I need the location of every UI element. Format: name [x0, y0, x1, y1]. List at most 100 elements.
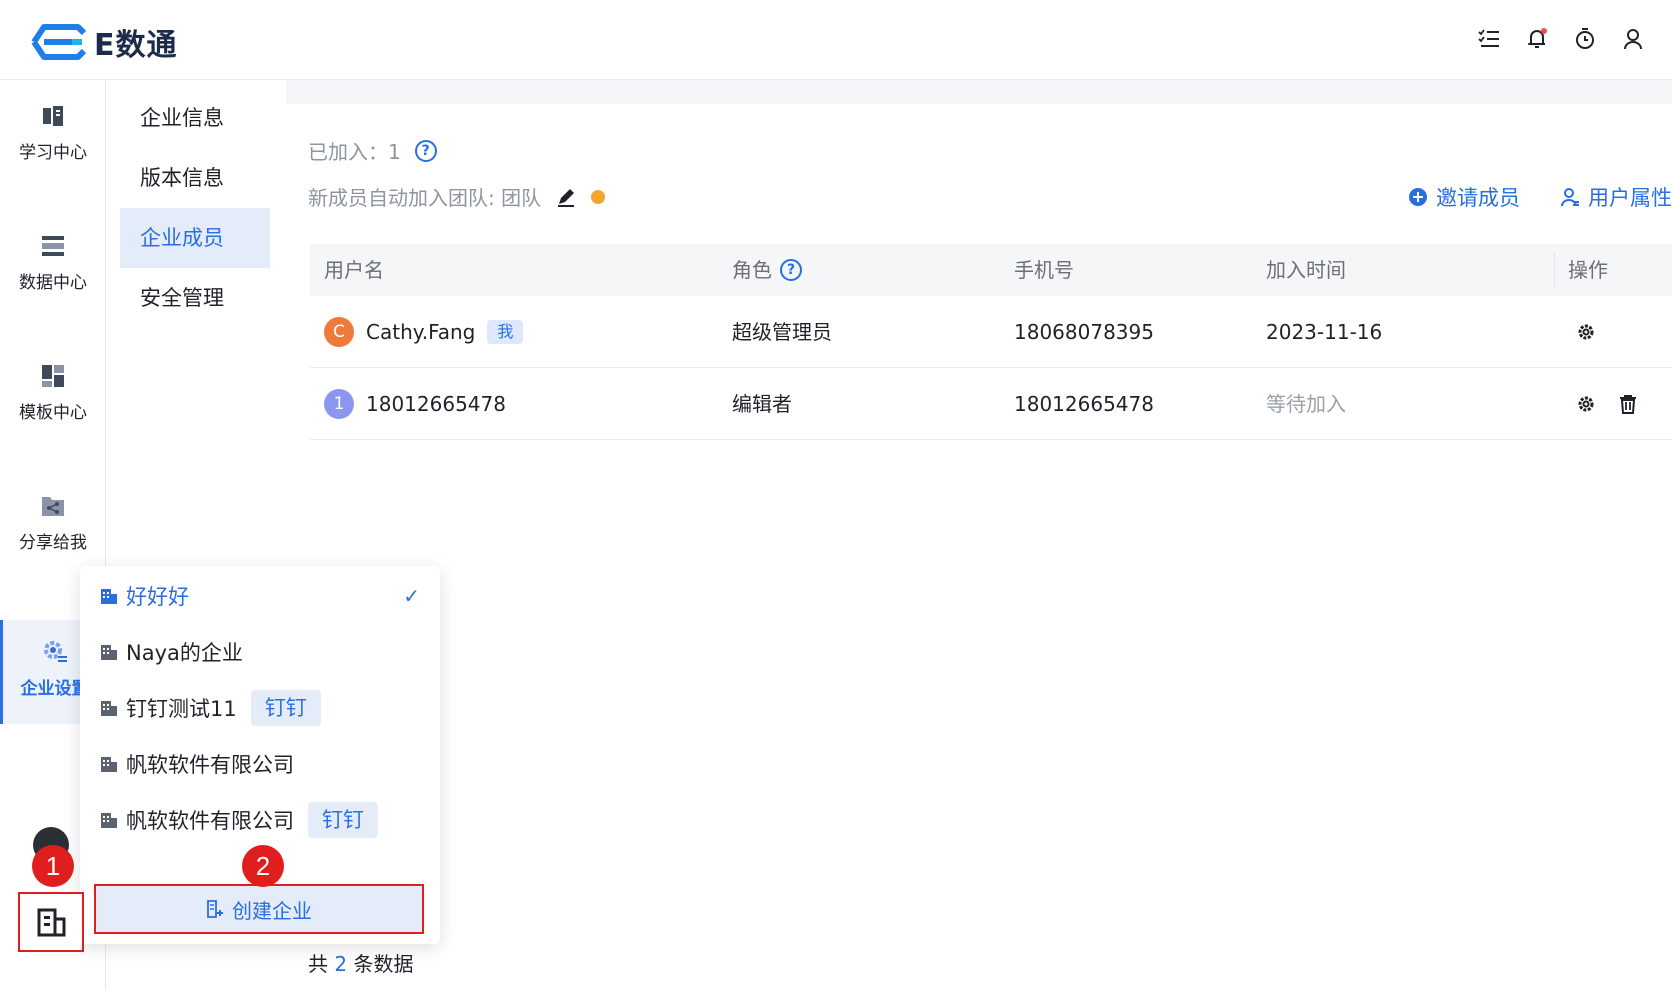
top-strip	[286, 80, 1672, 104]
user-phone: 18012665478	[1014, 392, 1154, 416]
column-divider	[1554, 252, 1555, 288]
logo-text: E数通	[94, 28, 178, 63]
total-count: 共 2 条数据	[308, 948, 413, 977]
invite-member-button[interactable]: 邀请成员	[1408, 182, 1520, 212]
user-icon[interactable]	[1620, 26, 1646, 52]
nav-item-learning[interactable]: 学习中心	[0, 98, 106, 178]
top-header: E数通	[0, 0, 1672, 80]
enterprise-name: 钉钉测试11	[126, 697, 237, 721]
settings-gear-icon[interactable]	[1576, 394, 1596, 414]
book-icon	[43, 106, 63, 126]
total-number: 2	[334, 952, 348, 976]
table-row: C Cathy.Fang 我 超级管理员 18068078395 2023-11…	[310, 296, 1672, 368]
joined-label: 已加入：	[308, 140, 388, 164]
total-prefix: 共	[308, 952, 328, 976]
th-label: 用户名	[324, 258, 384, 282]
user-attributes-button[interactable]: 用户属性	[1560, 182, 1672, 212]
user-role: 超级管理员	[732, 320, 832, 344]
user-outline-icon	[1561, 188, 1579, 207]
enterprise-name: Naya的企业	[126, 641, 243, 665]
nav-label: 数据中心	[19, 273, 87, 293]
th-username: 用户名	[324, 244, 384, 296]
dingtalk-badge: 钉钉	[250, 690, 321, 726]
nav-item-templates[interactable]: 模板中心	[0, 358, 106, 438]
user-role: 编辑者	[732, 392, 792, 416]
enterprise-switcher-dropdown: 好好好 ✓ Naya的企业 钉钉测试11 钉钉 帆软软件有限公司 帆软软件有限公…	[80, 566, 440, 944]
share-folder-icon	[42, 497, 64, 516]
th-label: 加入时间	[1266, 258, 1346, 282]
timer-icon[interactable]	[1572, 26, 1598, 52]
enterprise-name: 帆软软件有限公司	[126, 809, 294, 833]
join-status: 等待加入	[1266, 392, 1346, 416]
settings-gear-icon[interactable]	[1576, 322, 1596, 342]
auto-join-row: 新成员自动加入团队: 团队	[308, 182, 606, 211]
dingtalk-badge: 钉钉	[308, 802, 378, 838]
building-icon	[37, 908, 66, 937]
members-panel: 已加入：1 ? 新成员自动加入团队: 团队 邀请成员 用户属性 用户名 角色? …	[286, 80, 1672, 990]
enterprise-option[interactable]: Naya的企业	[100, 630, 420, 674]
enterprise-option[interactable]: 帆软软件有限公司 钉钉	[100, 798, 420, 842]
app-logo[interactable]: E数通	[28, 20, 178, 64]
role-help-icon[interactable]: ?	[780, 259, 802, 281]
user-name: Cathy.Fang	[366, 320, 476, 344]
add-document-icon	[207, 900, 223, 918]
table-header: 用户名 角色? 手机号 加入时间 操作	[310, 244, 1672, 296]
me-badge: 我	[487, 320, 524, 344]
user-name: 18012665478	[366, 392, 506, 416]
auto-join-label: 新成员自动加入团队: 团队	[308, 186, 542, 210]
nav-item-shared[interactable]: 分享给我	[0, 488, 106, 568]
avatar: C	[324, 317, 354, 347]
template-icon	[42, 365, 64, 387]
subnav-item-version-info[interactable]: 版本信息	[120, 148, 270, 208]
building-icon	[101, 645, 117, 660]
nav-label: 分享给我	[19, 533, 87, 553]
subnav-item-security[interactable]: 安全管理	[120, 268, 270, 328]
enterprise-option[interactable]: 好好好 ✓	[100, 574, 420, 618]
subnav-item-members[interactable]: 企业成员	[120, 208, 270, 268]
enterprise-name: 好好好	[126, 585, 189, 609]
help-icon[interactable]: ?	[414, 139, 437, 162]
nav-label: 企业设置	[20, 679, 89, 699]
building-icon	[101, 757, 117, 772]
nav-item-data[interactable]: 数据中心	[0, 228, 106, 308]
enterprise-name: 帆软软件有限公司	[126, 753, 294, 777]
th-label: 手机号	[1014, 258, 1074, 282]
notification-dot	[1541, 28, 1547, 34]
th-label: 角色	[732, 258, 772, 282]
user-phone: 18068078395	[1014, 320, 1154, 344]
gear-list-icon	[43, 641, 67, 662]
enterprise-option[interactable]: 钉钉测试11 钉钉	[100, 686, 420, 730]
enterprise-switch-button[interactable]	[18, 892, 84, 952]
check-icon: ✓	[403, 584, 420, 608]
table-row: 1 18012665478 编辑者 18012665478 等待加入	[310, 368, 1672, 440]
th-actions: 操作	[1568, 244, 1608, 296]
trash-icon[interactable]	[1618, 394, 1638, 414]
th-joined: 加入时间	[1266, 244, 1346, 296]
status-dot	[591, 189, 606, 204]
plus-circle-icon	[1409, 188, 1427, 206]
logo-icon	[31, 24, 86, 60]
create-enterprise-label: 创建企业	[232, 898, 312, 923]
join-time: 2023-11-16	[1266, 320, 1383, 344]
bell-icon[interactable]	[1524, 26, 1550, 52]
building-icon	[101, 589, 117, 604]
invite-label: 邀请成员	[1436, 186, 1520, 210]
task-list-icon[interactable]	[1476, 26, 1502, 52]
create-enterprise-button[interactable]: 创建企业	[94, 884, 424, 934]
nav-label: 学习中心	[19, 143, 87, 163]
avatar: 1	[324, 389, 354, 419]
enterprise-option[interactable]: 帆软软件有限公司	[100, 742, 420, 786]
subnav-item-company-info[interactable]: 企业信息	[120, 88, 270, 148]
annotation-marker-2: 2	[242, 845, 284, 887]
edit-icon[interactable]	[555, 186, 577, 208]
user-attributes-label: 用户属性	[1588, 186, 1672, 210]
th-phone: 手机号	[1014, 244, 1074, 296]
th-role: 角色?	[732, 244, 802, 296]
joined-summary: 已加入：1 ?	[308, 136, 437, 165]
database-icon	[42, 236, 64, 256]
th-label: 操作	[1568, 258, 1608, 282]
building-icon	[101, 701, 117, 716]
nav-label: 模板中心	[19, 403, 87, 423]
building-icon	[101, 813, 117, 828]
annotation-marker-1: 1	[32, 845, 74, 887]
